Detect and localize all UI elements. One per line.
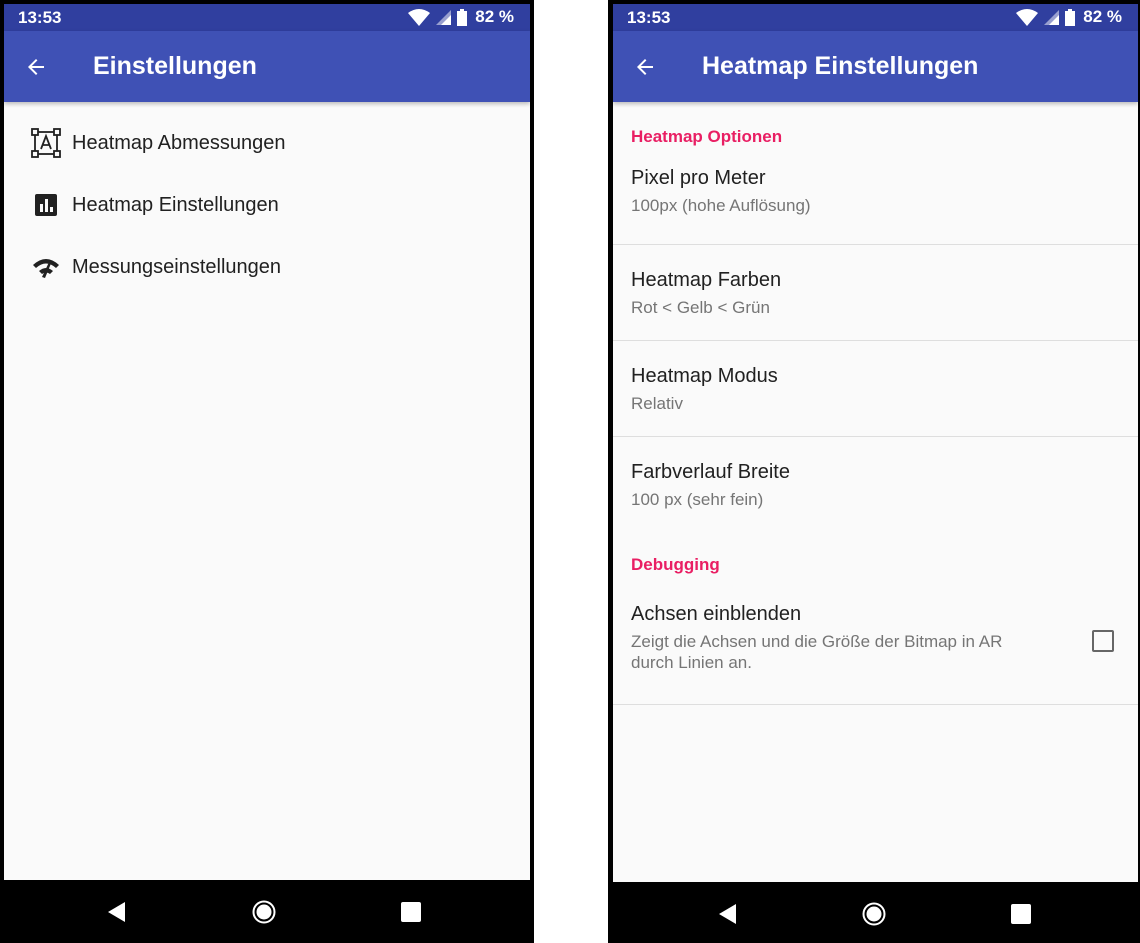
back-arrow-icon[interactable] [24, 55, 48, 79]
pref-summary: 100px (hohe Auflösung) [631, 196, 811, 215]
nav-home-icon[interactable] [252, 900, 276, 924]
pref-achsen-einblenden[interactable]: Achsen einblenden Zeigt die Achsen und d… [613, 577, 1138, 705]
bar-chart-icon [35, 194, 57, 216]
pref-farbverlauf-breite[interactable]: Farbverlauf Breite 100 px (sehr fein) [613, 437, 1138, 533]
status-bar: 13:53 82 % [4, 4, 530, 31]
menu-item-label: Heatmap Abmessungen [72, 131, 286, 154]
pref-title: Heatmap Modus [631, 365, 778, 387]
pref-title: Farbverlauf Breite [631, 461, 790, 483]
status-bar: 13:53 82 % [613, 4, 1138, 31]
battery-percentage: 82 % [1083, 7, 1122, 26]
navigation-bar [608, 880, 1140, 943]
dimensions-icon [31, 128, 61, 158]
battery-icon [1065, 8, 1076, 26]
pref-summary: Rot < Gelb < Grün [631, 298, 770, 317]
battery-icon [457, 8, 468, 26]
nav-recents-icon[interactable] [1011, 903, 1031, 924]
status-time: 13:53 [627, 8, 671, 27]
pref-title: Achsen einblenden [631, 603, 802, 625]
pref-summary: Zeigt die Achsen und die Größe der Bitma… [631, 632, 1003, 672]
section-header-heatmap-optionen: Heatmap Optionen [631, 127, 783, 146]
wifi-icon [1016, 8, 1039, 26]
section-header-debugging: Debugging [631, 555, 720, 574]
nav-back-icon[interactable] [718, 903, 738, 924]
cell-signal-icon [436, 9, 452, 25]
heatmap-settings-screen: 13:53 82 % Heatmap Einstellungen Heatmap… [613, 4, 1138, 882]
phone-left: 13:53 82 % Einstellungen Heatmap Abmessu… [0, 0, 534, 943]
menu-item-heatmap-einstellungen[interactable]: Heatmap Einstellungen [4, 174, 530, 236]
settings-menu: Heatmap Abmessungen Heatmap Einstellunge… [4, 102, 530, 298]
preferences-list: Heatmap Optionen Pixel pro Meter 100px (… [613, 102, 1138, 705]
pref-title: Heatmap Farben [631, 269, 782, 291]
menu-item-label: Heatmap Einstellungen [72, 193, 279, 216]
menu-item-heatmap-abmessungen[interactable]: Heatmap Abmessungen [4, 112, 530, 174]
app-bar: Heatmap Einstellungen [613, 31, 1138, 102]
nav-home-icon[interactable] [862, 902, 886, 926]
page-title: Einstellungen [93, 52, 257, 80]
pref-title: Pixel pro Meter [631, 167, 766, 189]
pref-summary: 100 px (sehr fein) [631, 490, 764, 509]
network-check-icon [33, 259, 59, 278]
phone-right: 13:53 82 % Heatmap Einstellungen Heatmap… [608, 0, 1140, 943]
achsen-einblenden-checkbox[interactable] [1092, 629, 1114, 652]
nav-recents-icon[interactable] [401, 901, 421, 922]
nav-back-icon[interactable] [107, 901, 127, 922]
pref-heatmap-modus[interactable]: Heatmap Modus Relativ [613, 341, 1138, 437]
pref-pixel-pro-meter[interactable]: Pixel pro Meter 100px (hohe Auflösung) [613, 149, 1138, 245]
status-time: 13:53 [18, 8, 62, 27]
menu-item-messungseinstellungen[interactable]: Messungseinstellungen [4, 236, 530, 298]
battery-percentage: 82 % [475, 7, 514, 26]
navigation-bar [0, 880, 534, 943]
cell-signal-icon [1044, 9, 1060, 25]
pref-summary: Relativ [631, 394, 683, 413]
back-arrow-icon[interactable] [633, 55, 657, 79]
pref-heatmap-farben[interactable]: Heatmap Farben Rot < Gelb < Grün [613, 245, 1138, 341]
wifi-icon [408, 8, 431, 26]
page-title: Heatmap Einstellungen [702, 52, 979, 80]
app-bar: Einstellungen [4, 31, 530, 102]
menu-item-label: Messungseinstellungen [72, 255, 282, 278]
settings-screen: 13:53 82 % Einstellungen Heatmap Abmessu… [4, 4, 530, 880]
